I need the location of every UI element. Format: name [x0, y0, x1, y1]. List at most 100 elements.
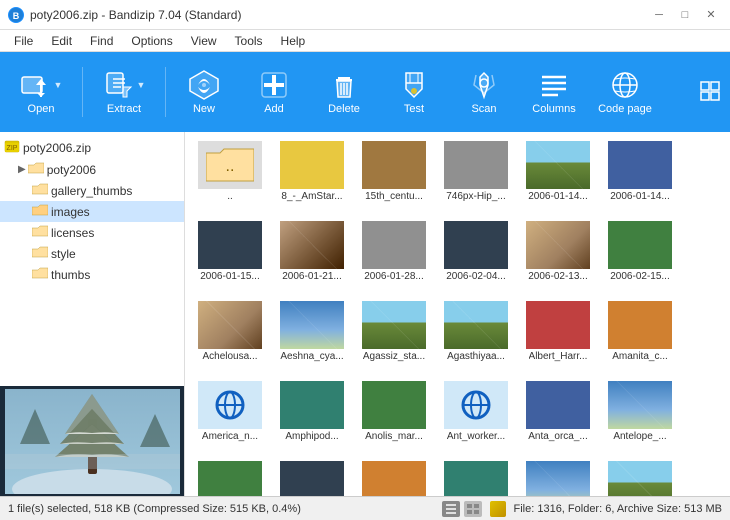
- file-item[interactable]: Agassiz_sta...: [353, 296, 435, 376]
- delete-button[interactable]: Delete: [310, 56, 378, 128]
- sidebar-item-images[interactable]: images: [0, 201, 184, 222]
- menu-item-edit[interactable]: Edit: [43, 32, 80, 50]
- columns-label: Columns: [532, 103, 575, 115]
- columns-button[interactable]: Columns: [520, 56, 588, 128]
- file-thumbnail: [198, 301, 262, 349]
- file-item[interactable]: Agasthiyaa...: [435, 296, 517, 376]
- extract-icon: [103, 69, 135, 101]
- file-thumbnail: [608, 381, 672, 429]
- folder-icon: [28, 161, 44, 178]
- menu-item-options[interactable]: Options: [123, 32, 180, 50]
- file-label: Anolis_mar...: [365, 431, 423, 443]
- file-item[interactable]: Anvil_shap...: [271, 456, 353, 496]
- new-label: New: [193, 103, 215, 115]
- file-item[interactable]: 2006-01-28...: [353, 216, 435, 296]
- sidebar-item-poty2006[interactable]: ▶poty2006: [0, 159, 184, 180]
- sidebar-item-style[interactable]: style: [0, 243, 184, 264]
- sidebar-item-zip-root[interactable]: ZIPpoty2006.zip: [0, 136, 184, 159]
- file-label: 2006-01-14...: [528, 191, 588, 203]
- file-item[interactable]: 8_-_AmStar...: [271, 136, 353, 216]
- file-item[interactable]: Anolis_mar...: [353, 376, 435, 456]
- sidebar-item-gallery_thumbs[interactable]: gallery_thumbs: [0, 180, 184, 201]
- file-item[interactable]: Albert_Harr...: [517, 296, 599, 376]
- file-label: Aeshna_cya...: [280, 351, 343, 363]
- file-thumbnail: [444, 301, 508, 349]
- test-icon: [398, 69, 430, 101]
- file-grid: .... 8_-_AmStar... 15th_centu...746px-Hip_…: [185, 132, 730, 496]
- file-thumbnail: [280, 381, 344, 429]
- file-item[interactable]: Anta_orca_...: [517, 376, 599, 456]
- file-thumbnail: [362, 381, 426, 429]
- file-label: 8_-_AmStar...: [281, 191, 342, 203]
- file-item[interactable]: Apis_mellif...: [353, 456, 435, 496]
- menu-item-tools[interactable]: Tools: [227, 32, 271, 50]
- file-item[interactable]: 746px-Hip_...: [435, 136, 517, 216]
- file-item[interactable]: Achelousa...: [189, 296, 271, 376]
- test-button[interactable]: Test: [380, 56, 448, 128]
- codepage-button[interactable]: Code page: [590, 56, 660, 128]
- file-item[interactable]: Amanita_c...: [599, 296, 681, 376]
- file-item[interactable]: 2006-01-15...: [189, 216, 271, 296]
- file-item[interactable]: Amphipod...: [271, 376, 353, 456]
- sidebar-tree: ZIPpoty2006.zip▶poty2006 gallery_thumbsim…: [0, 132, 184, 386]
- maximize-button[interactable]: □: [674, 7, 696, 23]
- file-item[interactable]: 2006-02-13...: [517, 216, 599, 296]
- file-label: Amanita_c...: [612, 351, 668, 363]
- close-button[interactable]: ✕: [700, 7, 722, 23]
- file-item[interactable]: Ant_worker...: [435, 376, 517, 456]
- columns-icon: [538, 69, 570, 101]
- new-button[interactable]: New: [170, 56, 238, 128]
- extract-button[interactable]: ▼ Extract: [87, 56, 161, 128]
- file-label: Agassiz_sta...: [363, 351, 425, 363]
- file-thumbnail: [362, 221, 426, 269]
- file-item[interactable]: 2006-02-04...: [435, 216, 517, 296]
- file-label: 2006-02-04...: [446, 271, 506, 283]
- extract-label: Extract: [107, 103, 141, 115]
- file-item[interactable]: ....: [189, 136, 271, 216]
- sidebar-item-label: images: [51, 205, 90, 219]
- file-item[interactable]: 15th_centu...: [353, 136, 435, 216]
- status-info: File: 1316, Folder: 6, Archive Size: 513…: [514, 503, 723, 515]
- sidebar-item-licenses[interactable]: licenses: [0, 222, 184, 243]
- file-label: Ant_worker...: [447, 431, 505, 443]
- file-thumbnail: [280, 461, 344, 496]
- file-item[interactable]: 2006-01-14...: [599, 136, 681, 216]
- open-button[interactable]: ▼ Open: [4, 56, 78, 128]
- test-label: Test: [404, 103, 424, 115]
- file-item[interactable]: Astronotus...: [435, 456, 517, 496]
- file-label: Amphipod...: [285, 431, 338, 443]
- menu-item-file[interactable]: File: [6, 32, 41, 50]
- add-button[interactable]: Add: [240, 56, 308, 128]
- codepage-label: Code page: [598, 103, 652, 115]
- file-item[interactable]: Antelope_...: [599, 376, 681, 456]
- minimize-button[interactable]: ─: [648, 7, 670, 23]
- toolbar: ▼ Open ▼ Extract New: [0, 52, 730, 132]
- file-item[interactable]: 2006-01-14...: [517, 136, 599, 216]
- scan-button[interactable]: Scan: [450, 56, 518, 128]
- file-thumbnail: [608, 221, 672, 269]
- file-item[interactable]: Austria_Bu...: [599, 456, 681, 496]
- file-label: America_n...: [202, 431, 258, 443]
- status-icons: [442, 501, 506, 517]
- file-item[interactable]: Athabasca_...: [517, 456, 599, 496]
- main-area: ZIPpoty2006.zip▶poty2006 gallery_thumbsim…: [0, 132, 730, 496]
- menu-item-find[interactable]: Find: [82, 32, 121, 50]
- grid-view-button[interactable]: [700, 81, 726, 104]
- file-item[interactable]: Anthomyii...: [189, 456, 271, 496]
- menu-item-view[interactable]: View: [183, 32, 225, 50]
- file-item[interactable]: Aeshna_cya...: [271, 296, 353, 376]
- delete-label: Delete: [328, 103, 360, 115]
- file-label: 2006-02-15...: [610, 271, 670, 283]
- file-item[interactable]: America_n...: [189, 376, 271, 456]
- file-label: 2006-01-14...: [610, 191, 670, 203]
- file-item[interactable]: 2006-02-15...: [599, 216, 681, 296]
- open-label: Open: [28, 103, 55, 115]
- sidebar-item-thumbs[interactable]: thumbs: [0, 264, 184, 285]
- file-item[interactable]: 2006-01-21...: [271, 216, 353, 296]
- file-thumbnail: [526, 141, 590, 189]
- sidebar-item-label: gallery_thumbs: [51, 184, 132, 198]
- menu-item-help[interactable]: Help: [273, 32, 314, 50]
- grid-view-status-icon[interactable]: [464, 501, 482, 517]
- list-view-icon[interactable]: [442, 501, 460, 517]
- file-label: Albert_Harr...: [529, 351, 588, 363]
